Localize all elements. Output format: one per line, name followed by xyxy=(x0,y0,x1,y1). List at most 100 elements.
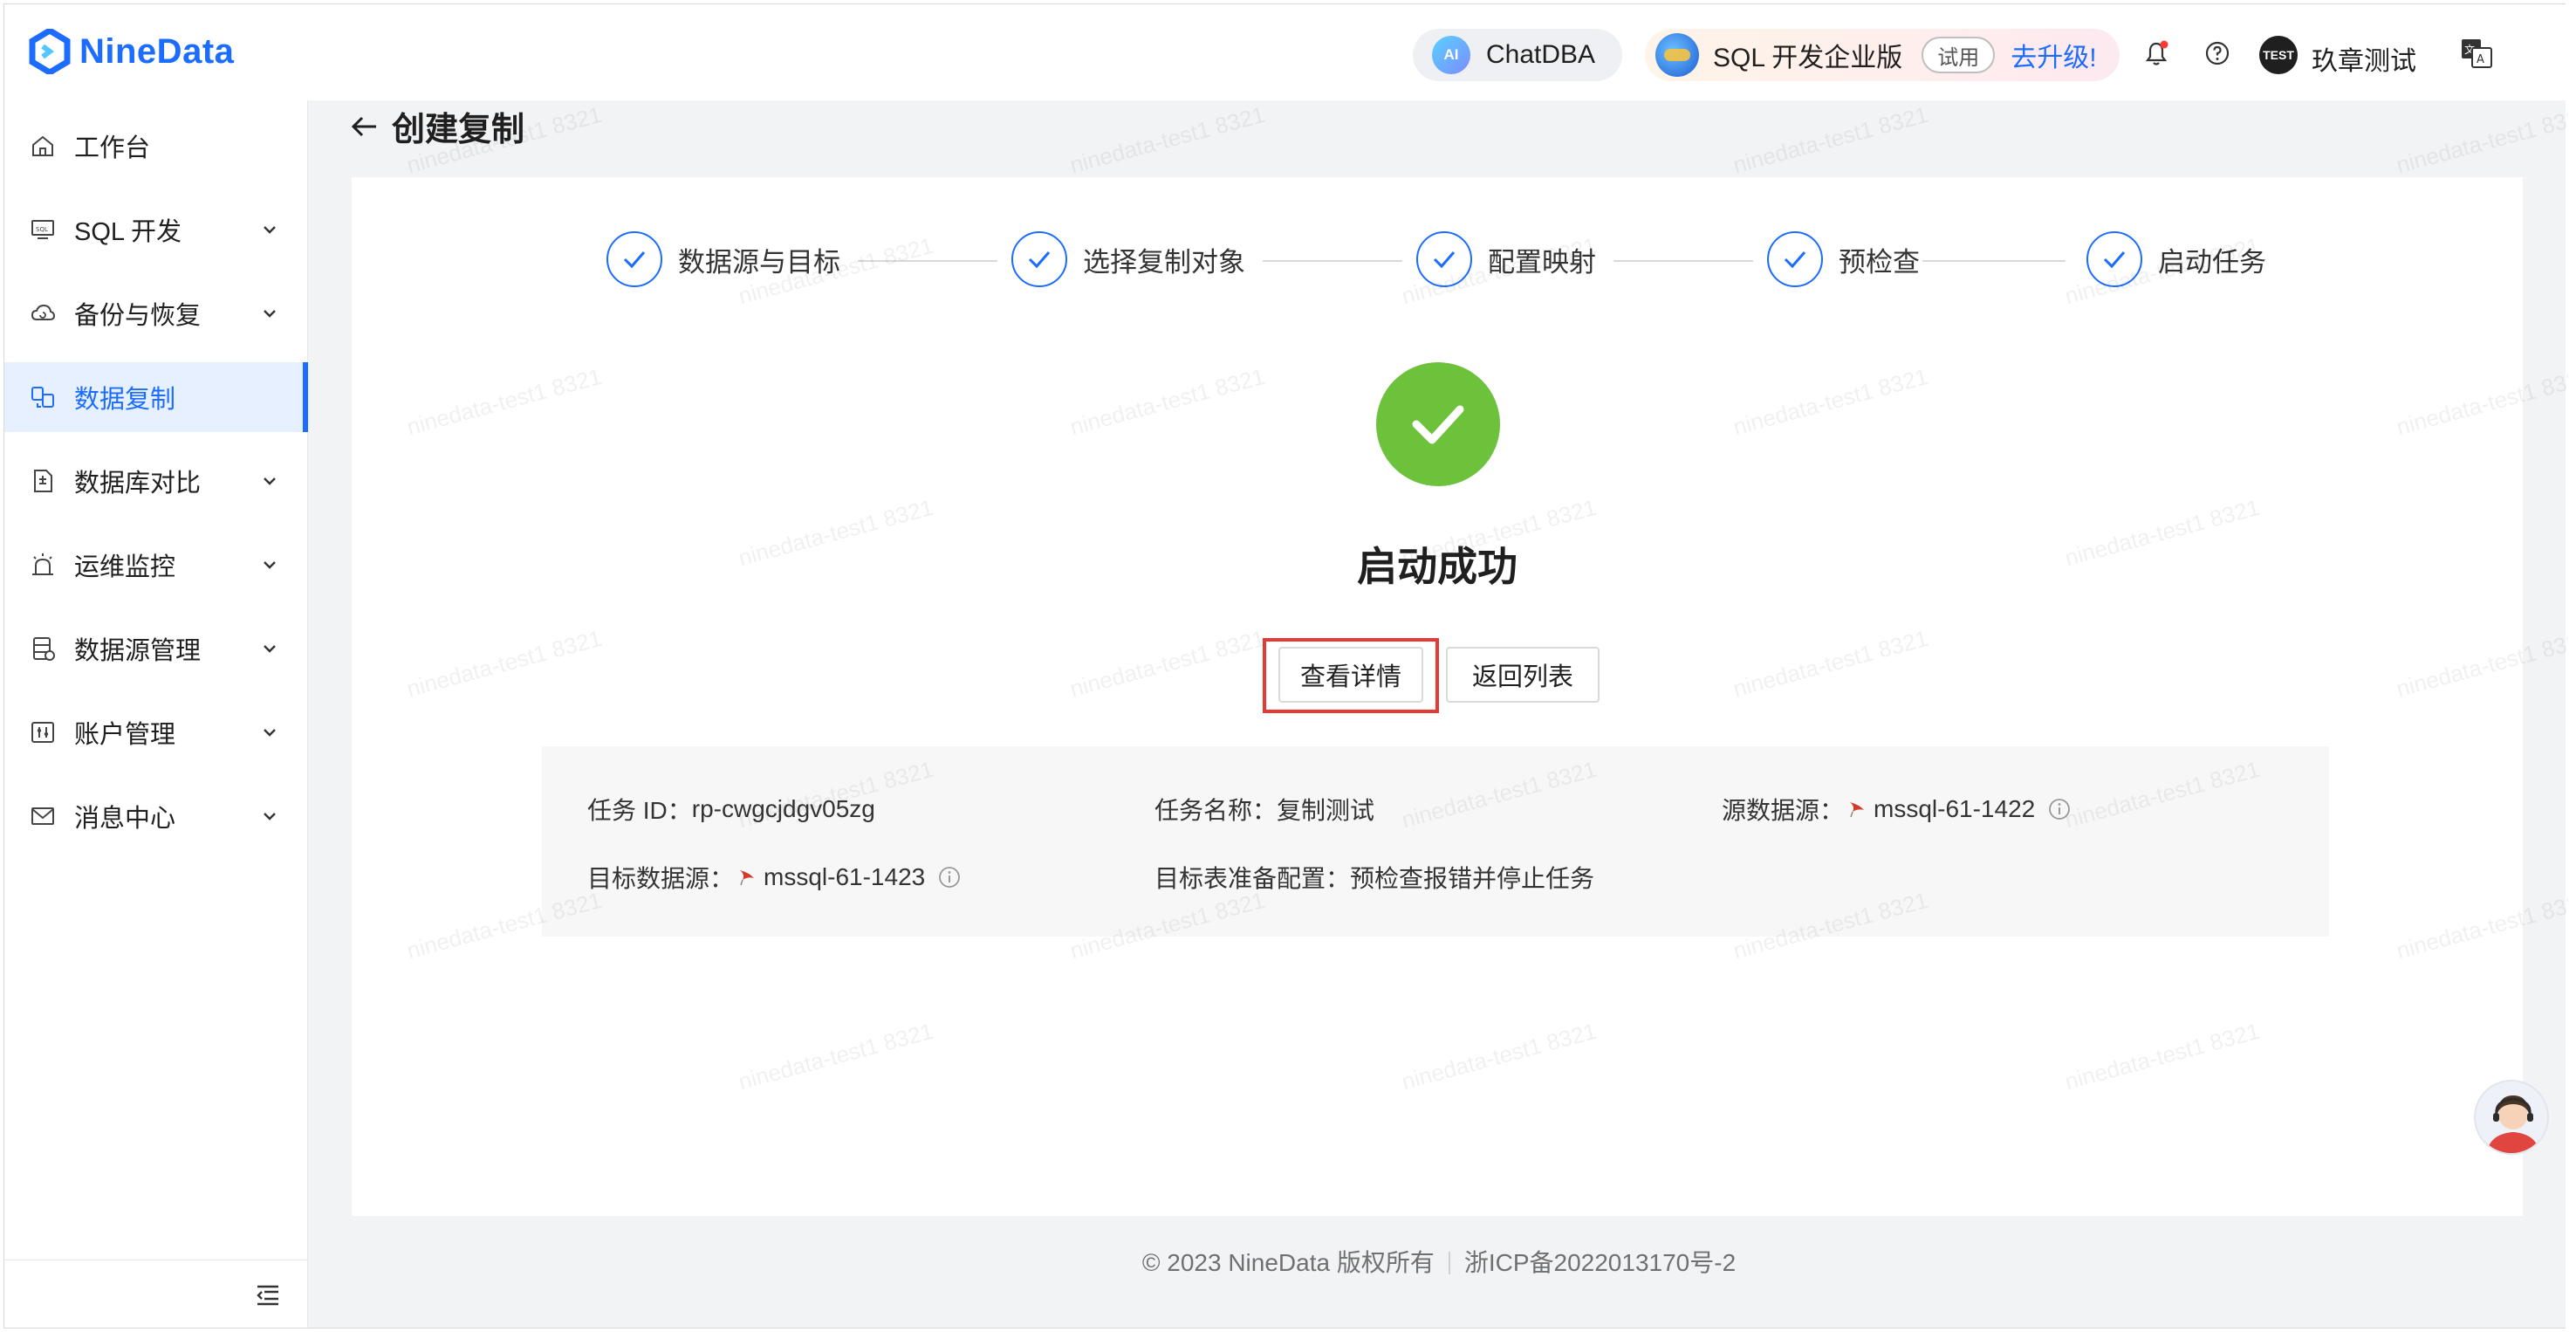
sql-edition-pill[interactable]: SQL 开发企业版 试用 去升级! xyxy=(1645,29,2120,81)
target-field: 目标数据源： mssql-61-1423 xyxy=(587,860,962,895)
sidebar-item-label: 数据源管理 xyxy=(74,637,202,665)
icp-link[interactable]: 浙ICP备2022013170号-2 xyxy=(1464,1249,1736,1276)
sidebar-item-label: 数据复制 xyxy=(74,386,176,414)
step-check-icon xyxy=(2086,231,2142,287)
page-footer: © 2023 NineData 版权所有 浙ICP备2022013170号-2 xyxy=(308,1244,2568,1279)
sidebar-item-workbench[interactable]: 工作台 xyxy=(4,111,308,181)
support-assistant-avatar[interactable] xyxy=(2474,1080,2549,1155)
source-value[interactable]: mssql-61-1422 xyxy=(1874,795,2035,823)
chevron-down-icon xyxy=(264,729,276,737)
step-check-icon xyxy=(1416,231,1472,287)
back-arrow-icon[interactable] xyxy=(350,112,380,141)
sidebar-item-label: 运维监控 xyxy=(74,553,176,581)
language-switch-icon[interactable]: 文 A xyxy=(2460,38,2493,69)
notification-bell-icon[interactable] xyxy=(2142,39,2170,67)
step-check-icon xyxy=(1011,231,1067,287)
replication-icon xyxy=(31,387,54,408)
page-title: 创建复制 xyxy=(392,112,525,148)
step-label: 数据源与目标 xyxy=(678,246,840,278)
source-label: 源数据源： xyxy=(1722,797,1845,824)
step-label: 预检查 xyxy=(1839,246,1920,278)
chevron-down-icon xyxy=(264,226,276,234)
info-icon[interactable] xyxy=(2047,797,2072,821)
sidebar-item-label: 消息中心 xyxy=(74,805,176,833)
success-check-icon xyxy=(1376,362,1500,486)
step-label: 启动任务 xyxy=(2158,246,2266,278)
target-prep-value: 预检查报错并停止任务 xyxy=(1350,865,1595,892)
step-item: 选择复制对象 xyxy=(1011,231,1245,287)
app-window: NineData AI ChatDBA SQL 开发企业版 试用 去升级! TE… xyxy=(3,3,2569,1329)
sidebar-item-label: 账户管理 xyxy=(74,721,176,749)
step-label: 选择复制对象 xyxy=(1083,246,1245,278)
view-details-button[interactable]: 查看详情 xyxy=(1278,647,1423,703)
ninedata-logo-icon xyxy=(29,29,71,74)
target-value[interactable]: mssql-61-1423 xyxy=(764,863,925,891)
trial-badge: 试用 xyxy=(1922,37,1996,73)
home-icon xyxy=(32,135,53,156)
watermark: ninedata-test1 8321 xyxy=(1066,100,1268,179)
sidebar-item-replication[interactable]: 数据复制 xyxy=(4,362,308,432)
chatdba-label: ChatDBA xyxy=(1486,40,1596,69)
task-name-label: 任务名称： xyxy=(1154,797,1278,824)
user-name[interactable]: 玖章测试 xyxy=(2312,39,2416,78)
sidebar-item-sql-dev[interactable]: SQL SQL 开发 xyxy=(4,195,308,264)
sidebar-item-ops-monitor[interactable]: 运维监控 xyxy=(4,530,308,600)
sidebar-item-db-compare[interactable]: 数据库对比 xyxy=(4,446,308,516)
sidebar: 工作台 SQL SQL 开发 备份与恢复 数据复制 数据库对比 运维监控 数据源… xyxy=(4,100,308,1328)
copyright-text: © 2023 NineData 版权所有 xyxy=(1141,1249,1435,1276)
window-scrollbar[interactable] xyxy=(2566,0,2576,1332)
chatdba-button[interactable]: AI ChatDBA xyxy=(1413,29,1622,81)
sqlserver-icon xyxy=(740,870,755,886)
result-card: 数据源与目标 选择复制对象 配置映射 预检查 启动任务 启动成功 查看详情 返回… xyxy=(352,177,2523,1216)
target-prep-field: 目标表准备配置： 预检查报错并停止任务 xyxy=(1154,860,1594,895)
sql-monitor-icon: SQL xyxy=(31,220,54,239)
chevron-down-icon xyxy=(264,477,276,485)
mail-icon xyxy=(31,807,54,825)
step-item: 预检查 xyxy=(1767,231,1920,287)
watermark: ninedata-test1 8321 xyxy=(2393,100,2569,179)
svg-text:SQL: SQL xyxy=(36,226,48,233)
top-header: NineData AI ChatDBA SQL 开发企业版 试用 去升级! TE… xyxy=(4,4,2568,100)
step-connector xyxy=(1922,260,2066,262)
task-id-value: rp-cwgcjdgv05zg xyxy=(691,795,875,822)
watermark: ninedata-test1 8321 xyxy=(1730,100,1931,179)
customer-service-icon xyxy=(2486,1095,2540,1153)
sidebar-item-label: 工作台 xyxy=(74,134,151,162)
sidebar-item-datasource[interactable]: 数据源管理 xyxy=(4,614,308,683)
page-header: 创建复制 xyxy=(350,102,524,150)
step-connector xyxy=(1613,260,1753,262)
target-prep-label: 目标表准备配置： xyxy=(1154,865,1351,892)
step-connector xyxy=(858,260,997,262)
step-progress: 数据源与目标 选择复制对象 配置映射 预检查 启动任务 xyxy=(606,231,2282,292)
datasource-icon xyxy=(33,637,55,661)
brand-logo[interactable]: NineData xyxy=(29,29,234,74)
sql-edition-label: SQL 开发企业版 xyxy=(1713,44,1903,72)
collapse-sidebar-icon[interactable] xyxy=(254,1281,282,1309)
success-title: 启动成功 xyxy=(1357,544,1518,589)
cloud-backup-icon xyxy=(31,304,56,320)
step-check-icon xyxy=(606,231,662,287)
sidebar-item-label: SQL 开发 xyxy=(74,218,182,246)
user-avatar[interactable]: TEST xyxy=(2259,36,2298,74)
account-icon xyxy=(31,722,54,743)
compare-doc-icon xyxy=(34,470,52,492)
task-id-label: 任务 ID： xyxy=(587,797,692,824)
task-id-field: 任务 ID： rp-cwgcjdgv05zg xyxy=(587,792,875,827)
sidebar-item-label: 数据库对比 xyxy=(74,470,202,498)
step-label: 配置映射 xyxy=(1488,246,1596,278)
info-icon[interactable] xyxy=(937,865,962,889)
sidebar-footer xyxy=(4,1260,308,1328)
sidebar-item-backup[interactable]: 备份与恢复 xyxy=(4,278,308,348)
sidebar-item-label: 备份与恢复 xyxy=(74,302,202,330)
chevron-down-icon xyxy=(264,645,276,653)
sidebar-item-account[interactable]: 账户管理 xyxy=(4,697,308,767)
back-to-list-button[interactable]: 返回列表 xyxy=(1446,647,1600,703)
task-name-value: 复制测试 xyxy=(1277,797,1375,824)
step-check-icon xyxy=(1767,231,1823,287)
task-name-field: 任务名称： 复制测试 xyxy=(1154,792,1374,827)
upgrade-link[interactable]: 去升级! xyxy=(2011,36,2096,74)
help-icon[interactable] xyxy=(2203,39,2231,67)
step-connector xyxy=(1263,260,1402,262)
globe-icon xyxy=(1655,33,1699,77)
sidebar-item-messages[interactable]: 消息中心 xyxy=(4,781,308,851)
